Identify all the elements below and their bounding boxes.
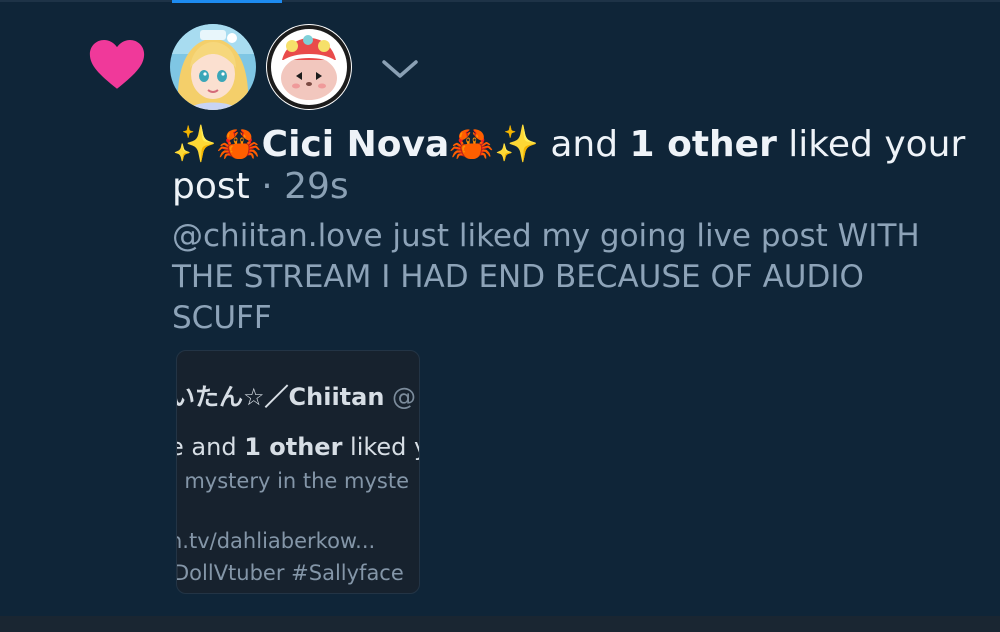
timestamp: 29s — [284, 166, 349, 207]
notification-body: @chiitan.love just liked my going live p… — [172, 218, 920, 336]
preview-link: h.tv/dahliaberkow... — [176, 529, 376, 553]
notification-headline: ✨🦀Cici Nova🦀✨ and 1 other liked your pos… — [172, 124, 972, 208]
quoted-post-preview[interactable]: いたん☆／Chiitan @ e and 1 other liked y · m… — [176, 350, 420, 594]
emoji-prefix: ✨🦀 — [172, 124, 262, 165]
avatar-chiitan[interactable] — [266, 24, 352, 110]
active-tab-indicator — [172, 0, 282, 3]
bottom-bar — [0, 616, 1000, 632]
heart-icon — [89, 39, 145, 89]
others-link[interactable]: 1 other — [630, 124, 777, 165]
preview-hashtags: DollVtuber #Sallyface — [176, 561, 404, 585]
preview-line2-suffix: liked y — [342, 433, 420, 461]
notifications-page: ✨🦀Cici Nova🦀✨ and 1 other liked your pos… — [0, 0, 1000, 632]
avatar-cici-nova[interactable] — [170, 24, 256, 110]
emoji-suffix: 🦀✨ — [449, 124, 539, 165]
preview-author-name: いたん☆／Chiitan — [176, 383, 385, 411]
connector-text: and — [538, 124, 630, 165]
preview-line-2: e and 1 other liked y — [176, 433, 420, 461]
top-divider — [0, 0, 1000, 2]
preview-line2-bold: 1 other — [244, 433, 343, 461]
separator: · — [249, 166, 285, 207]
avatar-image — [170, 24, 256, 110]
preview-line-3: · mystery in the myste — [176, 469, 410, 493]
avatar-image — [266, 24, 352, 110]
user-name-link[interactable]: Cici Nova — [262, 124, 450, 165]
preview-author-line: いたん☆／Chiitan @ — [176, 377, 417, 412]
preview-handle: @ — [384, 383, 417, 411]
preview-line2-prefix: e and — [176, 433, 245, 461]
chevron-down-icon[interactable] — [380, 54, 420, 84]
